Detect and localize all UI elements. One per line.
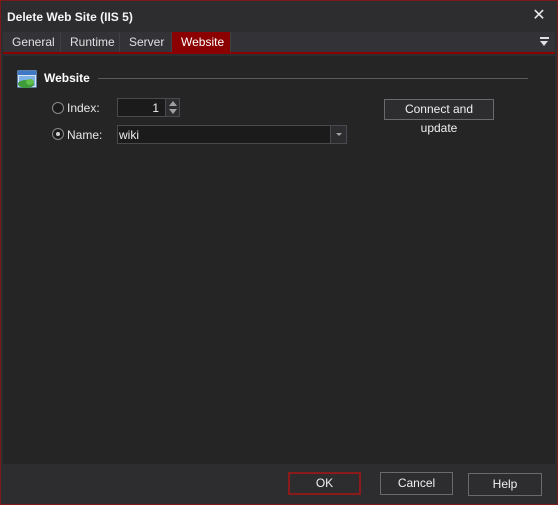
tab-server[interactable]: Server	[120, 32, 172, 52]
index-spinner[interactable]: 1	[117, 98, 180, 117]
name-combobox[interactable]: wiki	[117, 125, 347, 144]
name-value: wiki	[119, 128, 139, 142]
group-title: Website	[44, 71, 90, 85]
index-value: 1	[152, 101, 159, 115]
connect-and-update-button[interactable]: Connect and update	[384, 99, 494, 135]
name-label: Name:	[67, 128, 103, 142]
dialog-window: Delete Web Site (IIS 5) ✕ General Runtim…	[0, 0, 558, 505]
group-divider	[98, 78, 528, 79]
help-button[interactable]: Help	[468, 473, 542, 496]
tab-website[interactable]: Website	[172, 32, 231, 52]
spin-down-arrow-icon[interactable]	[169, 109, 177, 114]
dialog-footer: OK Cancel Help	[3, 464, 555, 504]
spinner-buttons[interactable]	[165, 99, 179, 116]
name-radio[interactable]	[52, 128, 64, 140]
tab-content-website: Website Index: 1 Name: wiki Connect and …	[3, 56, 555, 464]
window-title: Delete Web Site (IIS 5)	[7, 10, 133, 24]
spin-up-arrow-icon[interactable]	[169, 101, 177, 106]
title-bar: Delete Web Site (IIS 5) ✕	[1, 1, 557, 32]
chevron-down-icon[interactable]	[330, 126, 346, 143]
dropdown-menu-icon[interactable]	[539, 35, 551, 49]
website-globe-icon	[17, 70, 37, 88]
tab-runtime[interactable]: Runtime	[61, 32, 120, 52]
index-radio[interactable]	[52, 102, 64, 114]
ok-button[interactable]: OK	[288, 472, 361, 495]
close-icon[interactable]: ✕	[531, 7, 547, 25]
tab-strip: General Runtime Server Website	[3, 32, 555, 54]
index-label: Index:	[67, 101, 100, 115]
cancel-button[interactable]: Cancel	[380, 472, 453, 495]
tab-general[interactable]: General	[3, 32, 61, 52]
